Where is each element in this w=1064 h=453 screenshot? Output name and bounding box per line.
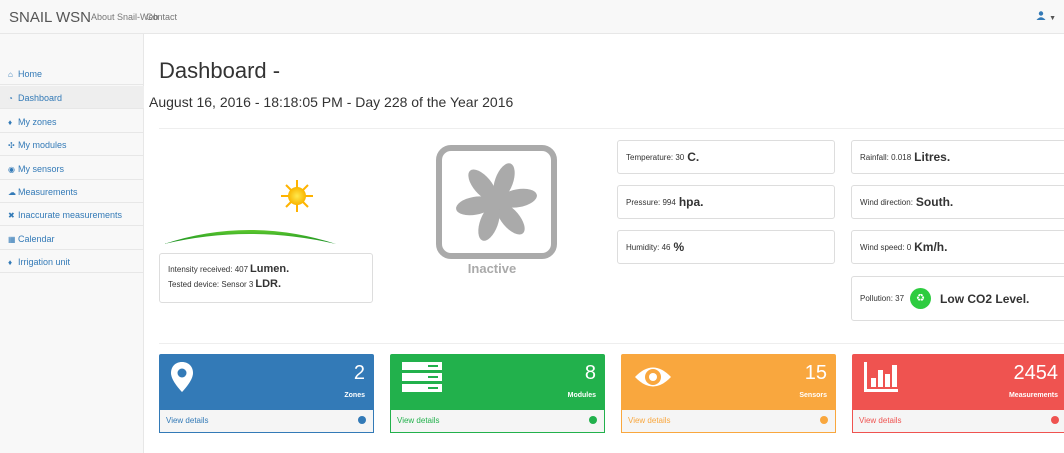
calendar-icon: ▦ (8, 235, 16, 244)
page-title: Dashboard - (159, 58, 281, 83)
sidebar-item-dashboard[interactable]: ◔ Dashboard (0, 86, 144, 109)
sensors-label: Sensors (799, 392, 827, 399)
device-label: Tested device: Sensor 3 (168, 280, 254, 289)
pressure-label: Pressure: 994 (626, 197, 676, 207)
measurements-label: Measurements (1008, 392, 1058, 399)
humidity-panel: Humidity: 46% (617, 230, 835, 264)
dashboard-icon: ◔ (8, 94, 13, 103)
wind-direction-label: Wind direction: (860, 197, 913, 207)
recycle-icon: ♻ (910, 288, 932, 309)
arrow-circle-right-icon: › (358, 416, 366, 424)
drop-icon: ♦ (8, 258, 13, 267)
measurements-card: 2454 Measurements View details › (852, 354, 1064, 433)
wind-speed-panel: Wind speed: 0 Km/h. (851, 230, 1064, 264)
sidebar-item-label: My sensors (18, 164, 65, 174)
pollution-level: Low CO2 Level. (940, 291, 1030, 306)
zones-label: Zones (344, 392, 365, 399)
arrow-circle-right-icon: › (589, 416, 597, 424)
eye-icon: ◉ (8, 165, 15, 174)
x-icon: ✖ (8, 211, 15, 220)
divider (159, 343, 1064, 344)
zones-count: 2 (353, 362, 365, 384)
pollution-panel: Pollution: 37 ♻ Low CO2 Level. (851, 276, 1064, 321)
bar-chart-icon (864, 362, 898, 392)
modules-icon: ✣ (8, 141, 15, 150)
rainfall-unit: Litres. (914, 150, 951, 164)
sidebar-item-label: My modules (18, 140, 67, 150)
humidity-label: Humidity: 46 (626, 242, 671, 252)
sidebar-item-inaccurate-measurements[interactable]: ✖ Inaccurate measurements (0, 203, 144, 226)
user-menu-button[interactable]: ▼ (1036, 11, 1056, 23)
sidebar-item-my-modules[interactable]: ✣ My modules (0, 133, 144, 156)
arrow-circle-right-icon: › (1051, 416, 1059, 424)
sidebar-item-my-zones[interactable]: ♦ My zones (0, 110, 144, 133)
view-details-link[interactable]: View details (628, 416, 671, 425)
device-unit: LDR. (255, 278, 282, 290)
sidebar: ⌂ Home ◔ Dashboard ♦ My zones ✣ My modules ◉… (0, 34, 144, 453)
view-details-link[interactable]: View details (859, 416, 902, 425)
measurements-view-details[interactable]: View details › (852, 410, 1064, 433)
view-details-link[interactable]: View details (166, 416, 209, 425)
wind-direction-unit: South. (915, 195, 954, 209)
sidebar-item-label: Irrigation unit (18, 257, 71, 267)
humidity-unit: % (673, 240, 685, 254)
wind-speed-unit: Km/h. (914, 240, 948, 254)
measurements-count: 2454 (1013, 362, 1059, 384)
sidebar-item-label: Inaccurate measurements (18, 210, 123, 220)
rainfall-panel: Rainfall: 0.018 Litres. (851, 140, 1064, 174)
zones-card: 2 Zones View details › (159, 354, 374, 433)
cloud-icon: ☁ (8, 188, 16, 197)
rainfall-label: Rainfall: 0.018 (860, 152, 912, 162)
chevron-down-icon: ▼ (1049, 15, 1056, 22)
fan-status: Inactive (467, 261, 517, 276)
sun-horizon-illustration (164, 180, 336, 244)
sidebar-item-home[interactable]: ⌂ Home (0, 62, 144, 85)
pressure-unit: hpa. (678, 195, 704, 209)
modules-count: 8 (584, 362, 596, 384)
temperature-panel: Temperature: 30 C. (617, 140, 835, 174)
sidebar-item-label: Dashboard (18, 93, 63, 103)
temperature-label: Temperature: 30 (626, 152, 685, 162)
sidebar-item-label: Calendar (18, 234, 55, 244)
wind-direction-panel: Wind direction: South. (851, 185, 1064, 219)
eye-icon (635, 367, 671, 387)
nav-contact-link[interactable]: Contact (146, 12, 177, 22)
light-sensor-panel: Intensity received: 407 Lumen. Tested dev… (159, 253, 373, 303)
pollution-label: Pollution: 37 (860, 294, 905, 303)
sidebar-item-measurements[interactable]: ☁ Measurements (0, 180, 144, 203)
intensity-label: Intensity received: 407 (168, 265, 249, 274)
user-icon (1036, 11, 1046, 20)
map-marker-icon: ♦ (8, 118, 13, 127)
sidebar-item-irrigation-unit[interactable]: ♦ Irrigation unit (0, 250, 144, 273)
sensors-view-details[interactable]: View details › (621, 410, 836, 433)
arrow-circle-right-icon: › (820, 416, 828, 424)
wind-speed-label: Wind speed: 0 (860, 242, 912, 252)
view-details-link[interactable]: View details (397, 416, 440, 425)
sidebar-item-my-sensors[interactable]: ◉ My sensors (0, 157, 144, 180)
modules-view-details[interactable]: View details › (390, 410, 605, 433)
top-navbar: SNAIL WSN About Snail-Web Contact ▼ (0, 0, 1064, 34)
modules-label: Modules (567, 392, 596, 399)
brand-logo[interactable]: SNAIL WSN (9, 9, 91, 26)
intensity-unit: Lumen. (250, 263, 290, 275)
modules-card: 8 Modules View details › (390, 354, 605, 433)
server-icon (402, 362, 442, 392)
sensors-card: 15 Sensors View details › (621, 354, 836, 433)
home-icon: ⌂ (8, 70, 13, 79)
sidebar-item-label: Measurements (18, 187, 78, 197)
sensors-count: 15 (804, 362, 827, 384)
zones-view-details[interactable]: View details › (159, 410, 374, 433)
pressure-panel: Pressure: 994 hpa. (617, 185, 835, 219)
map-marker-icon (171, 362, 193, 392)
sidebar-item-calendar[interactable]: ▦ Calendar (0, 227, 144, 250)
main-content: Dashboard - August 16, 2016 - 18:18:05 P… (144, 34, 1064, 453)
temperature-unit: C. (687, 150, 700, 164)
sidebar-item-label: Home (18, 69, 43, 79)
sidebar-item-label: My zones (18, 117, 57, 127)
date-line: August 16, 2016 - 18:18:05 PM - Day 228 … (149, 94, 514, 110)
fan-icon (436, 145, 557, 259)
divider (159, 128, 1064, 129)
